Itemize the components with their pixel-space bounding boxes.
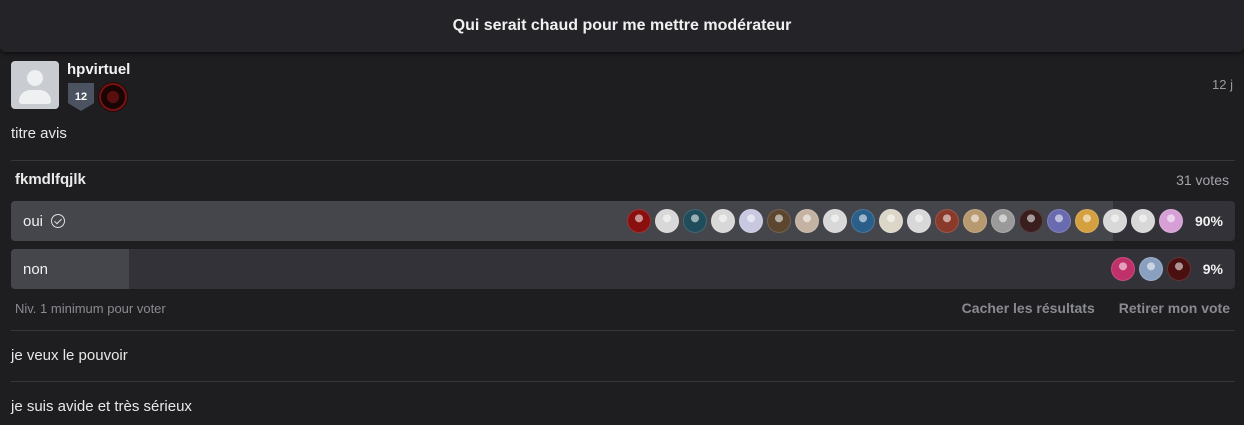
user-avatar-icon[interactable] (1138, 257, 1163, 281)
poll-title: fkmdlfqjlk (15, 171, 86, 188)
poll-option-percent: 9% (1202, 261, 1223, 277)
user-avatar-icon[interactable] (654, 209, 679, 233)
voter-avatar-list (626, 209, 1183, 233)
poll-option-voters: 90% (626, 201, 1223, 241)
user-avatar-icon[interactable] (906, 209, 931, 233)
avatar-body-shape (19, 90, 51, 104)
user-avatar-icon[interactable] (710, 209, 735, 233)
avatar-head-shape (27, 70, 43, 86)
hide-results-button[interactable]: Cacher les résultats (962, 300, 1095, 316)
post-date: 12 j (1212, 77, 1233, 92)
user-avatar-icon[interactable] (1074, 209, 1099, 233)
divider (11, 160, 1235, 161)
divider (11, 330, 1235, 331)
user-avatar-icon[interactable] (1018, 209, 1043, 233)
remove-vote-button[interactable]: Retirer mon vote (1119, 300, 1230, 316)
poll-option-label-wrap: non (23, 249, 48, 289)
user-emblem-icon (99, 83, 127, 111)
poll-option-label: non (23, 260, 49, 278)
divider (11, 381, 1235, 382)
poll-actions: Cacher les résultats Retirer mon vote (962, 300, 1230, 316)
level-number: 12 (74, 91, 88, 103)
poll-option-label: oui (23, 212, 44, 230)
user-avatar-icon[interactable] (1166, 257, 1191, 281)
user-avatar-icon[interactable] (766, 209, 791, 233)
poll-option-non[interactable]: non 9% (11, 249, 1235, 289)
user-avatar-icon[interactable] (682, 209, 707, 233)
poll-footer: Niv. 1 minimum pour voter Cacher les rés… (15, 300, 1230, 317)
user-avatar-icon[interactable] (738, 209, 763, 233)
poll-option-oui[interactable]: oui 90% (11, 201, 1235, 241)
poll-option-voters: 9% (1110, 249, 1223, 289)
user-avatar-icon[interactable] (1158, 209, 1183, 233)
post-body-text: titre avis (11, 125, 67, 142)
voter-avatar-list (1110, 257, 1191, 281)
author-avatar[interactable] (11, 61, 59, 109)
user-avatar-icon[interactable] (878, 209, 903, 233)
comment-text: je suis avide et très sérieux (11, 398, 192, 415)
user-avatar-icon[interactable] (1130, 209, 1155, 233)
user-avatar-icon[interactable] (990, 209, 1015, 233)
user-avatar-icon[interactable] (934, 209, 959, 233)
user-avatar-icon[interactable] (1102, 209, 1127, 233)
user-avatar-icon[interactable] (1110, 257, 1135, 281)
min-level-note: Niv. 1 minimum pour voter (15, 301, 166, 316)
poll-vote-count: 31 votes (1176, 172, 1229, 188)
user-avatar-icon[interactable] (822, 209, 847, 233)
user-avatar-icon[interactable] (962, 209, 987, 233)
poll-option-percent: 90% (1194, 213, 1223, 229)
topic-header: Qui serait chaud pour me mettre modérate… (0, 0, 1244, 52)
author-username[interactable]: hpvirtuel (67, 61, 130, 78)
user-avatar-icon[interactable] (1046, 209, 1071, 233)
check-circle-icon (51, 214, 66, 228)
user-avatar-icon[interactable] (850, 209, 875, 233)
topic-title: Qui serait chaud pour me mettre modérate… (452, 17, 792, 34)
user-avatar-icon[interactable] (794, 209, 819, 233)
poll-option-label-wrap: oui (23, 201, 66, 241)
level-badge: 12 (68, 83, 94, 111)
post-header: hpvirtuel 12 12 j (11, 61, 1235, 111)
user-avatar-icon[interactable] (626, 209, 651, 233)
comment-text: je veux le pouvoir (11, 347, 128, 364)
